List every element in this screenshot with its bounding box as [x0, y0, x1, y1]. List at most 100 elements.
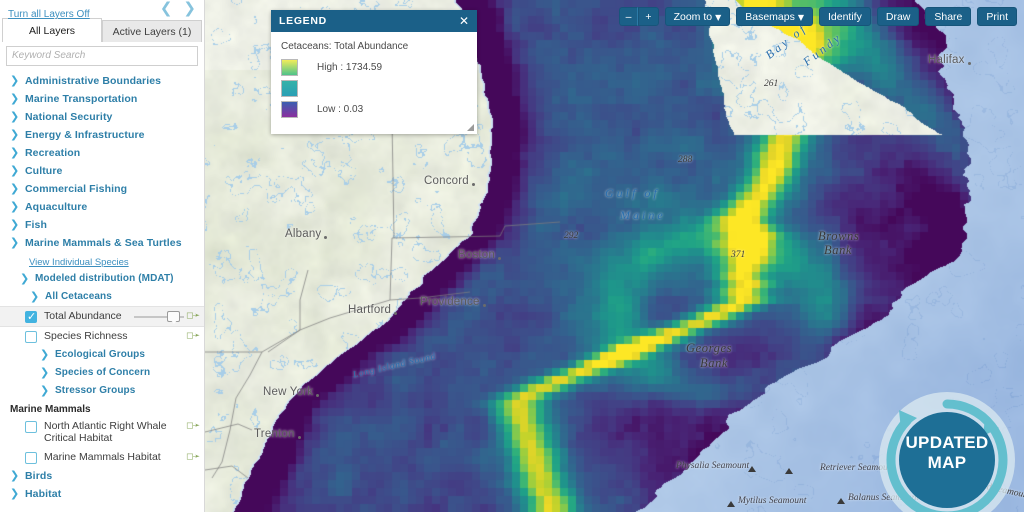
- legend-item: Low : 0.03: [281, 100, 467, 118]
- layer-info-icon[interactable]: ◻➛: [186, 331, 200, 341]
- sidebar-item-habitat[interactable]: ❯ Habitat: [0, 485, 204, 503]
- sidebar-item-marine-mammals-sea-turtles[interactable]: ❯ Marine Mammals & Sea Turtles: [0, 234, 204, 252]
- chevron-right-icon: ❯: [40, 383, 50, 397]
- seamount-marker-icon: [727, 501, 735, 507]
- seamount-marker-icon: [837, 498, 845, 504]
- opacity-slider[interactable]: [134, 310, 184, 324]
- category-label: Aquaculture: [25, 200, 88, 213]
- map-toolbar: – + Zoom to ▼ Basemaps ▼ Identify Draw Sha…: [618, 7, 1017, 26]
- map-application: Concord Albany Boston Hartford Providence New…: [0, 0, 1024, 512]
- sidebar-item-all-cetaceans[interactable]: ❯ All Cetaceans: [0, 288, 204, 306]
- view-individual-species-link[interactable]: View Individual Species: [29, 257, 129, 268]
- chevron-right-icon: ❯: [40, 365, 50, 379]
- category-label: Recreation: [25, 146, 81, 159]
- category-label: Marine Mammals & Sea Turtles: [25, 236, 182, 249]
- layer-info-icon[interactable]: ◻➛: [186, 421, 200, 431]
- narw-critical-habitat-checkbox[interactable]: [25, 420, 37, 433]
- chevron-right-icon: ❯: [10, 163, 20, 177]
- legend-swatch-low: [281, 100, 298, 118]
- turn-all-layers-off-link[interactable]: Turn all Layers Off: [8, 9, 90, 20]
- category-label: Commercial Fishing: [25, 182, 128, 195]
- layer-label: Species Richness: [44, 329, 128, 342]
- layer-tree: ❯ Administrative Boundaries ❯ Marine Tra…: [0, 70, 204, 503]
- sidebar-item-administrative-boundaries[interactable]: ❯ Administrative Boundaries: [0, 72, 204, 90]
- search-container: [0, 42, 204, 70]
- chevron-right-icon: ❯: [10, 91, 20, 105]
- draw-button[interactable]: Draw: [876, 7, 920, 26]
- chevron-right-icon[interactable]: ❯: [183, 1, 196, 16]
- print-button[interactable]: Print: [977, 7, 1017, 26]
- layer-label: Marine Mammals Habitat: [44, 450, 161, 463]
- sidebar-item-fish[interactable]: ❯ Fish: [0, 216, 204, 234]
- layer-label: North Atlantic Right Whale Critical Habi…: [44, 419, 167, 445]
- sidebar-nav-arrows: ❮ ❯: [160, 1, 196, 16]
- sidebar-item-birds[interactable]: ❯ Birds: [0, 467, 204, 485]
- seamount-marker-icon: [748, 466, 756, 472]
- category-label: Administrative Boundaries: [25, 74, 162, 87]
- zoom-to-label: Zoom to: [673, 11, 713, 23]
- layer-row-narw-critical-habitat[interactable]: North Atlantic Right Whale Critical Habi…: [0, 417, 204, 448]
- zoom-to-button[interactable]: Zoom to ▼: [664, 7, 731, 26]
- legend-panel[interactable]: LEGEND ✕ Cetaceans: Total Abundance High…: [271, 10, 477, 134]
- legend-item: [281, 79, 467, 97]
- close-icon[interactable]: ✕: [459, 15, 469, 27]
- sidebar-item-stressor-groups[interactable]: ❯ Stressor Groups: [0, 382, 204, 400]
- sidebar-item-ecological-groups[interactable]: ❯ Ecological Groups: [0, 346, 204, 364]
- group-heading-marine-mammals: Marine Mammals: [10, 403, 91, 415]
- chevron-right-icon: ❯: [10, 73, 20, 87]
- legend-item: High : 1734.59: [281, 58, 467, 76]
- category-label: Culture: [25, 164, 63, 177]
- chevron-right-icon: ❯: [10, 127, 20, 141]
- identify-button[interactable]: Identify: [819, 7, 871, 26]
- chevron-right-icon: ❯: [10, 217, 20, 231]
- share-button[interactable]: Share: [925, 7, 972, 26]
- category-label: Marine Transportation: [25, 92, 138, 105]
- basemaps-label: Basemaps: [745, 11, 795, 23]
- sidebar-item-species-of-concern[interactable]: ❯ Species of Concern: [0, 364, 204, 382]
- sidebar-item-recreation[interactable]: ❯ Recreation: [0, 144, 204, 162]
- species-richness-checkbox[interactable]: [25, 330, 37, 343]
- layer-row-total-abundance[interactable]: Total Abundance ◻➛: [0, 305, 204, 327]
- basemaps-button[interactable]: Basemaps ▼: [736, 7, 813, 26]
- sidebar-item-national-security[interactable]: ❯ National Security: [0, 108, 204, 126]
- category-label: Modeled distribution (MDAT): [35, 273, 174, 284]
- category-label: Fish: [25, 218, 47, 231]
- refresh-ring-icon: [879, 392, 1015, 512]
- sidebar-item-culture[interactable]: ❯ Culture: [0, 162, 204, 180]
- legend-body: Cetaceans: Total Abundance High : 1734.5…: [271, 32, 477, 134]
- chevron-right-icon: ❯: [40, 347, 50, 361]
- sidebar-top-row: Turn all Layers Off ❮ ❯: [0, 0, 204, 21]
- sidebar-item-marine-transportation[interactable]: ❯ Marine Transportation: [0, 90, 204, 108]
- chevron-right-icon: ❯: [10, 181, 20, 195]
- category-label: Ecological Groups: [55, 349, 146, 360]
- search-input[interactable]: [6, 45, 198, 66]
- layer-info-icon[interactable]: ◻➛: [186, 452, 200, 462]
- zoom-in-button[interactable]: +: [638, 7, 659, 26]
- updated-map-badge: UPDATED MAP: [877, 390, 1017, 512]
- marine-mammals-habitat-checkbox[interactable]: [25, 451, 37, 464]
- chevron-left-icon[interactable]: ❮: [160, 1, 173, 16]
- sidebar-item-energy-infrastructure[interactable]: ❯ Energy & Infrastructure: [0, 126, 204, 144]
- chevron-down-icon: ❯: [10, 235, 20, 249]
- chevron-right-icon: ❯: [10, 199, 20, 213]
- layer-info-icon[interactable]: ◻➛: [186, 311, 200, 321]
- slider-knob[interactable]: [167, 310, 180, 324]
- legend-subtitle: Cetaceans: Total Abundance: [281, 41, 409, 52]
- layer-row-marine-mammals-habitat[interactable]: Marine Mammals Habitat ◻➛: [0, 448, 204, 467]
- sidebar-item-aquaculture[interactable]: ❯ Aquaculture: [0, 198, 204, 216]
- layer-row-species-richness[interactable]: Species Richness ◻➛: [0, 327, 204, 346]
- chevron-right-icon: ❯: [10, 109, 20, 123]
- tab-active-layers[interactable]: Active Layers (1): [102, 20, 202, 42]
- chevron-down-icon: ▼: [797, 13, 804, 22]
- chevron-down-icon: ▼: [715, 13, 722, 22]
- sidebar-item-commercial-fishing[interactable]: ❯ Commercial Fishing: [0, 180, 204, 198]
- chevron-right-icon: ❯: [10, 468, 20, 482]
- category-label: Stressor Groups: [55, 385, 136, 396]
- zoom-out-button[interactable]: –: [618, 7, 639, 26]
- seamount-marker-icon: [785, 468, 793, 474]
- resize-handle-icon[interactable]: [466, 123, 474, 131]
- category-label: National Security: [25, 110, 113, 123]
- sidebar-item-modeled-distribution-mdat[interactable]: ❯ Modeled distribution (MDAT): [0, 270, 204, 288]
- total-abundance-checkbox[interactable]: [25, 310, 37, 324]
- category-label: Species of Concern: [55, 367, 151, 378]
